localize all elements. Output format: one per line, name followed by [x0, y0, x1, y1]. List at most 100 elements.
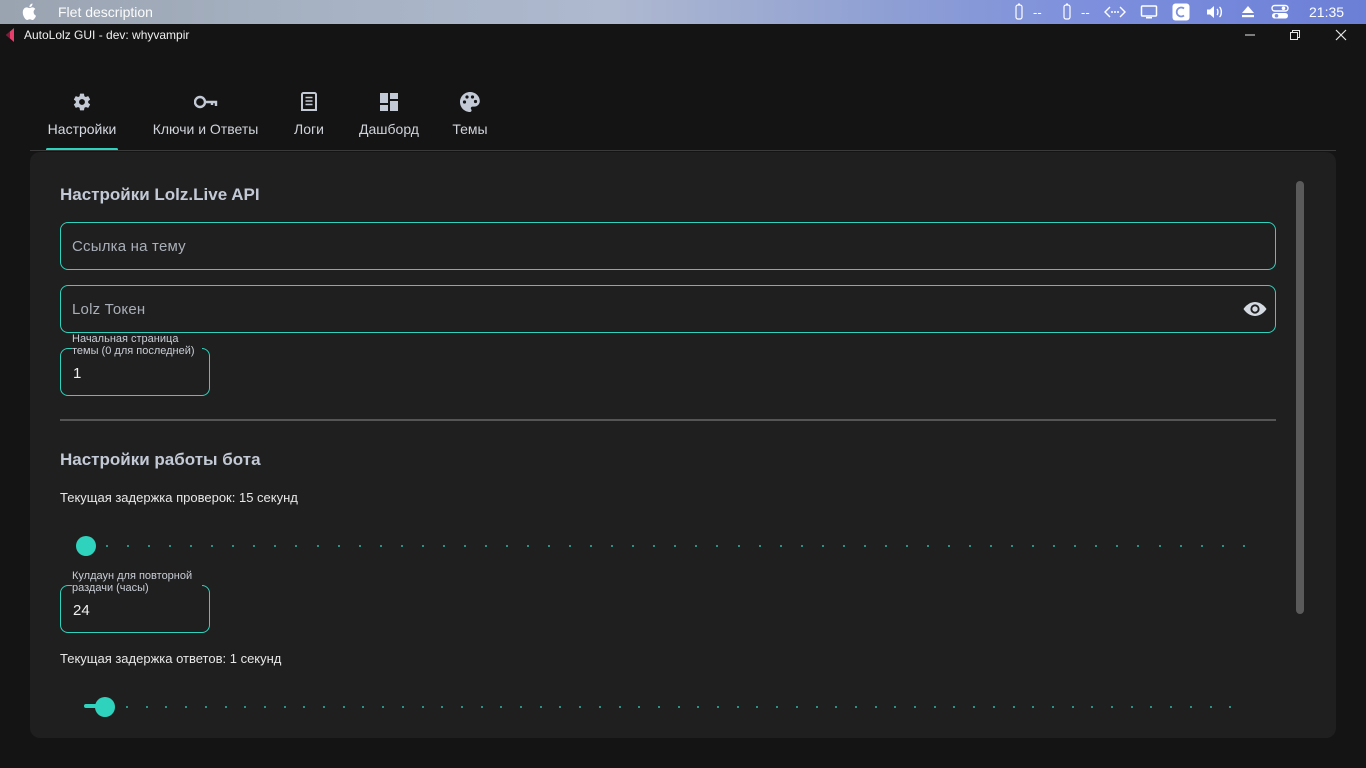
tab-themes-label: Темы: [452, 121, 488, 137]
slider-tick: [611, 545, 614, 547]
slider-tick: [224, 706, 227, 708]
dashboard-icon: [379, 91, 399, 113]
cooldown-value: 24: [73, 602, 90, 619]
minimize-button[interactable]: [1227, 24, 1273, 46]
slider-tick: [874, 706, 877, 708]
slider-tick: [697, 706, 700, 708]
slider-tick: [421, 545, 424, 547]
volume-icon: [1207, 6, 1222, 18]
tray-dash-1: --: [1033, 4, 1042, 20]
slider-tick: [165, 706, 168, 708]
vertical-scrollbar[interactable]: [1296, 181, 1304, 614]
slider-tick: [1179, 545, 1182, 547]
slider-tick: [274, 545, 277, 547]
battery-status-2[interactable]: --: [1062, 0, 1090, 24]
slider-tick: [992, 706, 995, 708]
minimize-icon: [1245, 34, 1255, 36]
display-button[interactable]: [1140, 0, 1158, 24]
eject-button[interactable]: [1240, 0, 1256, 24]
start-page-value: 1: [73, 365, 82, 382]
slider-tick: [211, 545, 214, 547]
cooldown-input[interactable]: Кулдаун для повторной раздачи (часы) 24: [60, 570, 210, 633]
network-icon: [1104, 6, 1126, 18]
clock[interactable]: 21:35: [1309, 0, 1344, 24]
slider-tick: [480, 706, 483, 708]
slider-tick: [815, 706, 818, 708]
tab-settings[interactable]: Настройки: [46, 86, 118, 151]
start-page-input[interactable]: Начальная страница темы (0 для последней…: [60, 333, 210, 396]
apple-icon[interactable]: [22, 3, 36, 20]
slider-tick: [800, 545, 803, 547]
tabs-divider: [30, 150, 1336, 151]
slider-tick: [1032, 706, 1035, 708]
slider-tick: [148, 545, 151, 547]
slider-tick: [1012, 706, 1015, 708]
slider-tick: [539, 706, 542, 708]
tab-logs[interactable]: Логи: [292, 86, 326, 151]
slider-tick: [401, 706, 404, 708]
reply-delay-slider[interactable]: [74, 696, 1260, 718]
slider-tick: [795, 706, 798, 708]
slider-tick: [127, 545, 130, 547]
slider-tick: [463, 545, 466, 547]
tab-themes[interactable]: Темы: [451, 86, 489, 151]
network-button[interactable]: [1104, 0, 1126, 24]
slider-thumb[interactable]: [76, 536, 96, 556]
slider-tick: [737, 545, 740, 547]
display-icon: [1140, 5, 1158, 19]
slider-tick: [232, 545, 235, 547]
c-app-button[interactable]: [1172, 0, 1190, 24]
topic-link-placeholder: Ссылка на тему: [72, 238, 186, 255]
check-delay-slider[interactable]: [74, 535, 1260, 557]
slider-tick: [1242, 545, 1245, 547]
gear-icon: [72, 91, 92, 113]
restore-button[interactable]: [1272, 24, 1318, 46]
slider-tick: [695, 545, 698, 547]
slider-tick: [758, 545, 761, 547]
slider-tick: [1111, 706, 1113, 708]
battery-status-1[interactable]: --: [1014, 0, 1042, 24]
slider-tick: [1150, 706, 1153, 708]
slider-tick: [1074, 545, 1077, 547]
slider-tick: [1221, 545, 1224, 547]
topic-link-input[interactable]: Ссылка на тему: [60, 222, 1276, 270]
slider-tick: [441, 706, 444, 708]
slider-tick: [1130, 706, 1133, 708]
slider-tick: [548, 545, 551, 547]
section-divider: [60, 419, 1276, 421]
eject-icon: [1242, 6, 1254, 18]
tab-dashboard-label: Дашборд: [359, 121, 419, 137]
cooldown-label: Кулдаун для повторной раздачи (часы): [72, 570, 202, 594]
slider-tick: [736, 706, 739, 708]
slider-tick: [283, 706, 286, 708]
slider-tick: [421, 706, 424, 708]
slider-tick: [520, 706, 522, 708]
slider-tick: [835, 706, 838, 708]
eye-icon[interactable]: [1242, 299, 1268, 319]
slider-tick: [756, 706, 759, 708]
start-page-label: Начальная страница темы (0 для последней…: [72, 333, 202, 357]
slider-tick: [590, 545, 593, 547]
slider-tick: [1053, 545, 1056, 547]
slider-tick: [358, 545, 361, 547]
check-delay-text: Текущая задержка проверок: 15 секунд: [60, 490, 298, 505]
active-app-name[interactable]: Flet description: [58, 4, 153, 20]
control-center-icon: [1271, 4, 1289, 19]
tab-dashboard[interactable]: Дашборд: [357, 86, 421, 151]
slider-tick: [1170, 706, 1173, 708]
reply-delay-text: Текущая задержка ответов: 1 секунд: [60, 651, 282, 666]
slider-tick: [460, 706, 463, 708]
main-tabs: Настройки Ключи и Ответы Логи Дашборд Те…: [30, 86, 1336, 151]
slider-tick: [1032, 545, 1035, 547]
close-button[interactable]: [1318, 24, 1364, 46]
slider-tick: [1071, 706, 1074, 708]
volume-button[interactable]: [1205, 0, 1225, 24]
lolz-token-input[interactable]: Lolz Токен: [60, 285, 1276, 333]
window-titlebar[interactable]: AutoLolz GUI - dev: whyvampir: [0, 24, 1366, 46]
tab-keys-and-replies[interactable]: Ключи и Ответы: [150, 86, 261, 151]
slider-thumb[interactable]: [95, 697, 115, 717]
control-center-button[interactable]: [1271, 0, 1289, 24]
slider-tick: [779, 545, 782, 547]
slider-tick: [598, 706, 601, 708]
tab-keys-label: Ключи и Ответы: [152, 121, 259, 137]
